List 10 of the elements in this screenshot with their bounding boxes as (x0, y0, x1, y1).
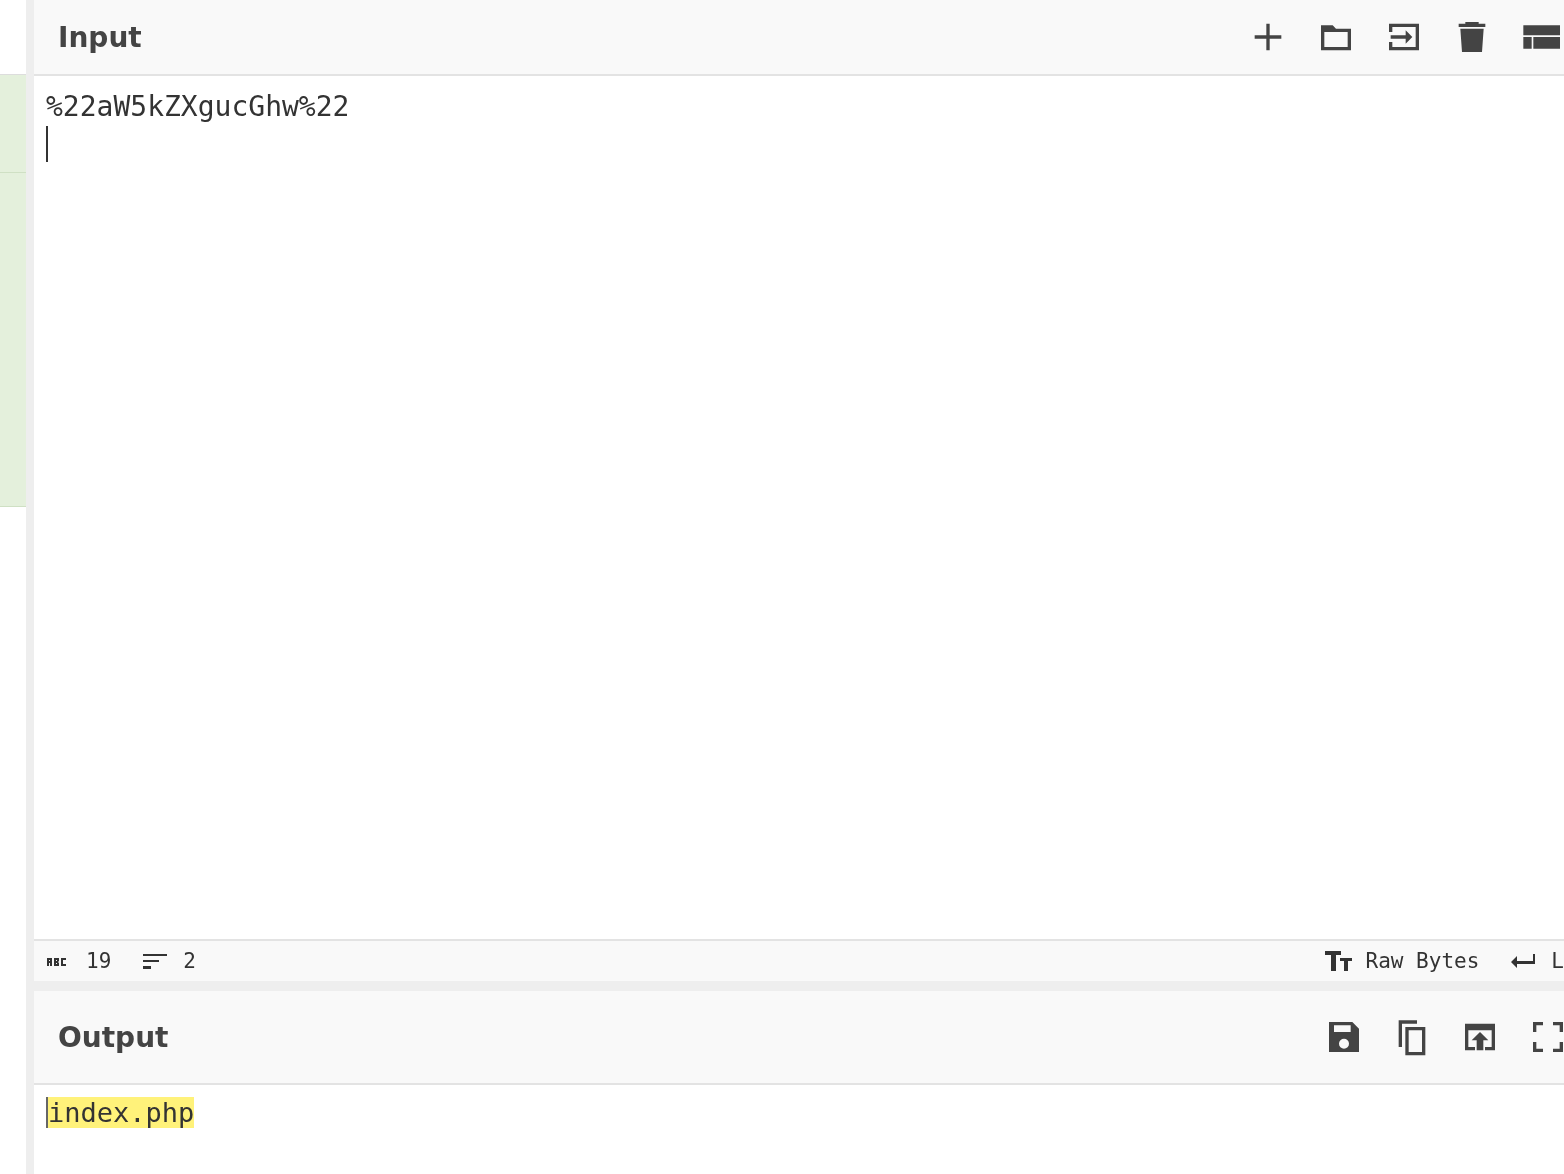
line-count: 2 (183, 949, 196, 973)
text-cursor (46, 126, 48, 162)
input-title: Input (58, 20, 143, 54)
output-text: index.php (46, 1097, 195, 1128)
text-size-icon (1323, 949, 1354, 973)
line-ending-button[interactable]: L (1551, 949, 1564, 973)
encoding-button[interactable]: Raw Bytes (1365, 949, 1480, 973)
character-count: 19 (86, 949, 112, 973)
input-text[interactable]: %22aW5kZXgucGhw%22 (46, 88, 1552, 126)
output-title: Output (58, 1020, 170, 1054)
